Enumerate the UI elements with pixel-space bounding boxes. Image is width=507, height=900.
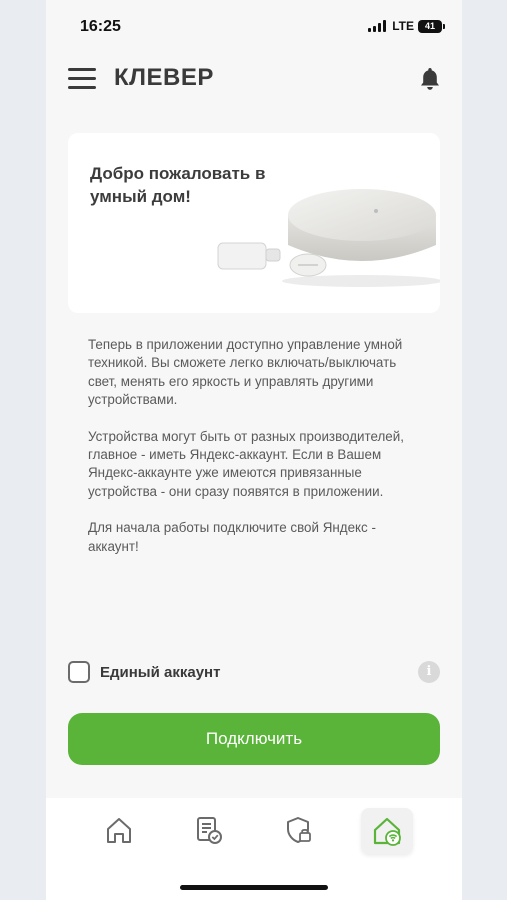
phone-screen: 16:25 LTE 41 КЛЕВЕР Добро пожаловать в у… (46, 0, 462, 900)
bottom-nav (46, 798, 462, 900)
status-bar: 16:25 LTE 41 (46, 0, 462, 52)
status-indicators: LTE 41 (368, 19, 445, 33)
smart-hub-image (217, 189, 440, 287)
nav-item-documents[interactable] (189, 812, 229, 848)
signal-icon (368, 20, 387, 32)
menu-icon[interactable] (68, 68, 96, 90)
home-indicator[interactable] (180, 885, 328, 890)
shield-lock-icon (287, 817, 311, 843)
connect-button[interactable]: Подключить (68, 713, 440, 765)
description-paragraph: Устройства могут быть от разных производ… (88, 428, 404, 499)
unified-account-row: Единый аккаунт i (68, 660, 442, 686)
nav-item-security[interactable] (279, 812, 319, 848)
description: Теперь в приложении доступно управление … (88, 336, 428, 574)
description-paragraph: Для начала работы подключите свой Яндекс… (88, 520, 376, 554)
home-icon (107, 818, 131, 843)
network-type: LTE (392, 19, 414, 33)
description-paragraph: Теперь в приложении доступно управление … (88, 337, 403, 408)
unified-account-label[interactable]: Единый аккаунт (100, 664, 220, 681)
bell-icon[interactable] (418, 66, 442, 92)
smart-home-wifi-icon (373, 817, 401, 846)
app-title: КЛЕВЕР (114, 64, 214, 91)
status-time: 16:25 (80, 18, 121, 35)
document-check-icon (197, 817, 222, 844)
unified-account-checkbox[interactable] (68, 661, 90, 683)
battery-icon: 41 (418, 19, 445, 33)
welcome-banner: Добро пожаловать в умный дом! (68, 133, 440, 313)
app-header: КЛЕВЕР (46, 58, 462, 102)
nav-item-smart-home[interactable] (361, 808, 413, 854)
nav-item-home[interactable] (99, 812, 139, 848)
info-icon[interactable]: i (418, 661, 440, 683)
